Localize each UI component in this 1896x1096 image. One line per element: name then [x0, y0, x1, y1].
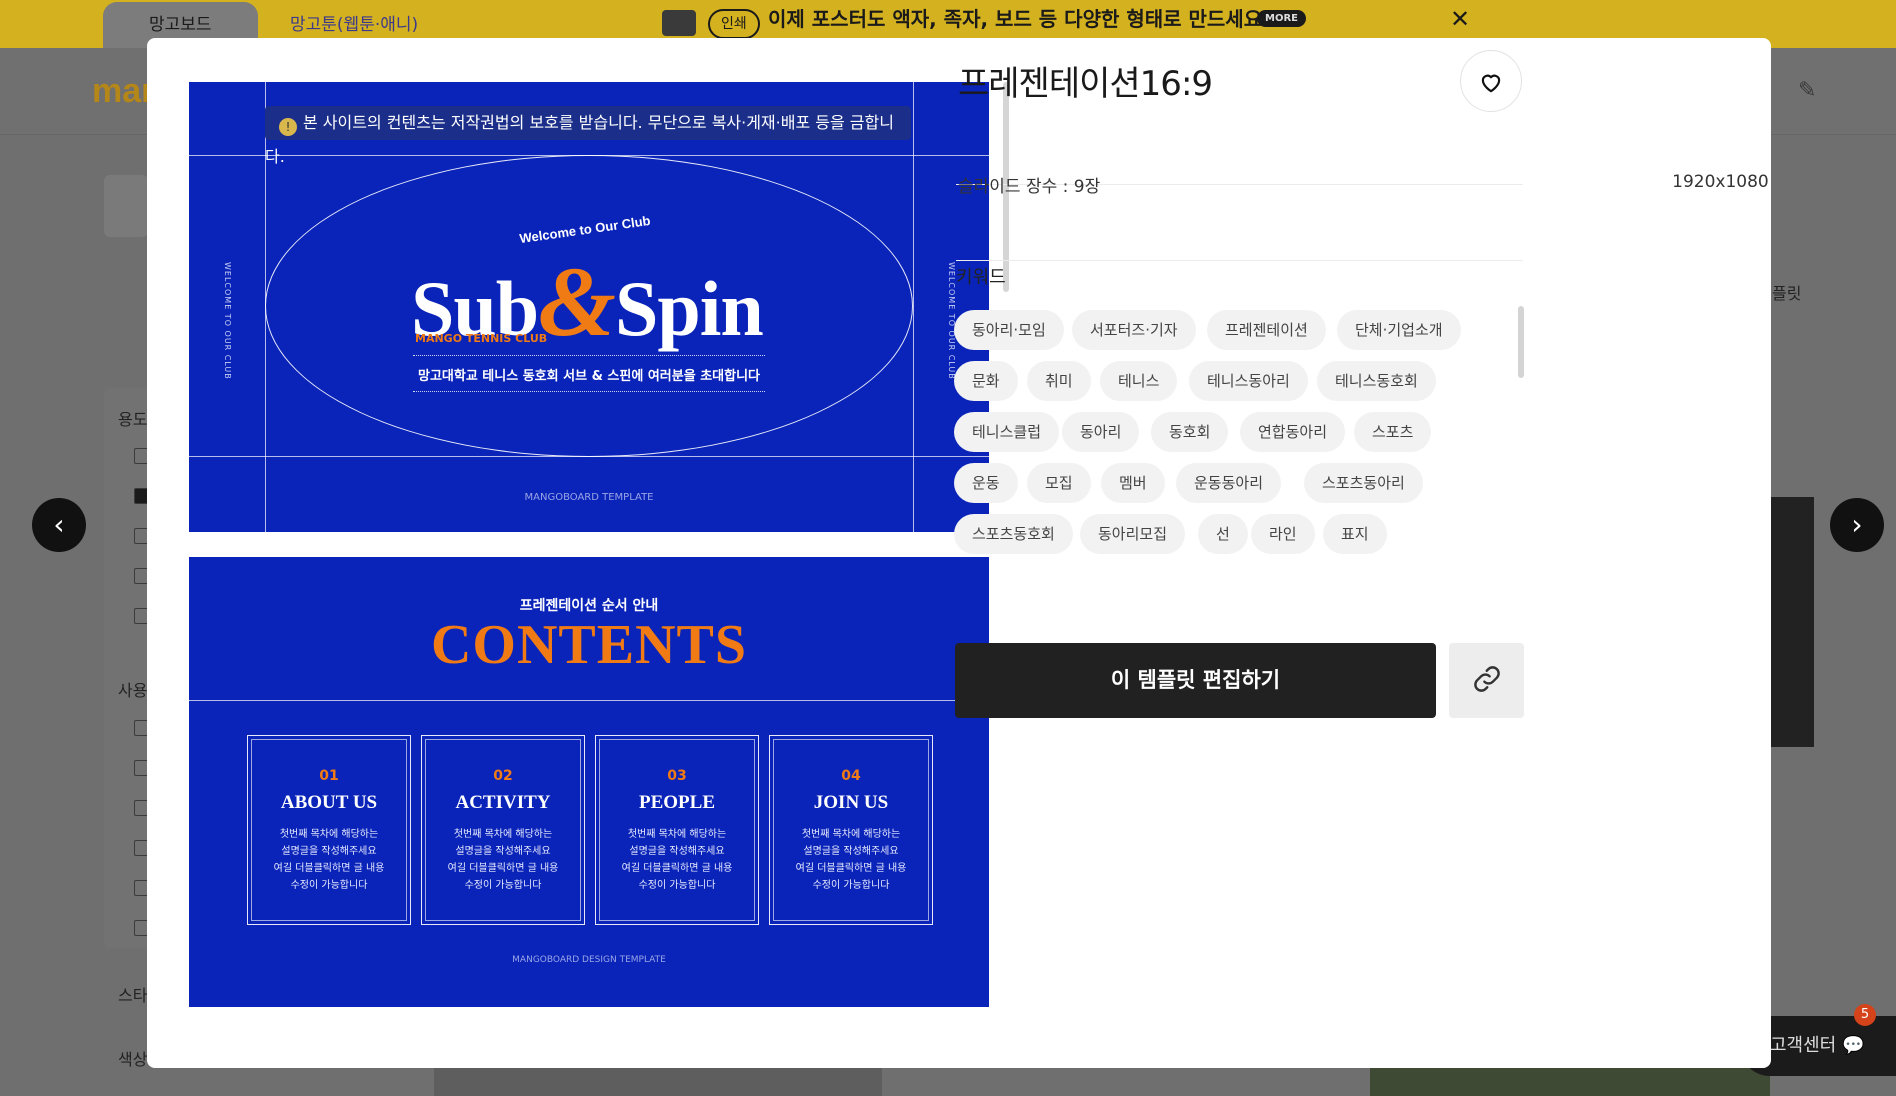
keyword-chip[interactable]: 테니스 [1100, 361, 1178, 401]
card-description: 첫번째 목차에 해당하는 설명글을 작성해주세요 여길 더블클릭하면 글 내용 … [795, 829, 907, 891]
promo-chip: 인쇄 [708, 9, 760, 39]
copy-link-button[interactable] [1449, 643, 1524, 718]
guide-line [913, 82, 914, 532]
info-divider [956, 260, 1523, 261]
card-description: 첫번째 목차에 해당하는 설명글을 작성해주세요 여길 더블클릭하면 글 내용 … [621, 829, 733, 891]
notification-badge: 5 [1854, 1004, 1876, 1026]
info-divider [956, 184, 1523, 185]
sidebar-image-tab[interactable] [104, 175, 148, 237]
filter-label-color: 색상 [118, 1050, 148, 1069]
filter-label-usage: 사용 [118, 681, 148, 700]
warning-icon: ! [279, 118, 297, 136]
keyword-chip[interactable]: 테니스클럽 [954, 412, 1060, 452]
contents-subtitle: 프레젠테이션 순서 안내 [519, 598, 659, 614]
club-name: MANGO TENNIS CLUB [415, 332, 548, 345]
keyword-chip[interactable]: 문화 [954, 361, 1018, 401]
invite-text: 망고대학교 테니스 동호회 서브 & 스핀에 여러분을 초대합니다 [417, 369, 761, 384]
dotted-divider [413, 391, 765, 392]
prev-template-button[interactable]: ‹ [32, 498, 86, 552]
template-mark: MANGOBOARD DESIGN TEMPLATE [512, 955, 666, 965]
promo-message: 이제 포스터도 액자, 족자, 보드 등 다양한 형태로 만드세요 [768, 7, 1263, 31]
keyword-chip[interactable]: 선 [1198, 514, 1248, 554]
keyword-chip[interactable]: 동아리 [1062, 412, 1140, 452]
copyright-warning: ! 본 사이트의 컨텐츠는 저작권법의 보호를 받습니다. 무단으로 복사·게재·… [265, 106, 911, 166]
template-preview-modal: ! 본 사이트의 컨텐츠는 저작권법의 보호를 받습니다. 무단으로 복사·게재·… [147, 38, 1771, 1068]
template-thumbnail[interactable] [434, 1066, 882, 1096]
keyword-chip[interactable]: 운동 [954, 463, 1018, 503]
contents-card: 04 JOIN US 첫번째 목차에 해당하는 설명글을 작성해주세요 여길 더… [769, 735, 933, 925]
keyword-chip[interactable]: 테니스동아리 [1189, 361, 1308, 401]
keyword-chip[interactable]: 표지 [1323, 514, 1387, 554]
keyword-chip[interactable]: 멤버 [1101, 463, 1165, 503]
keyword-chip[interactable]: 스포츠 [1354, 412, 1432, 452]
template-thumbnail[interactable] [1770, 497, 1814, 747]
dotted-divider [413, 355, 765, 356]
card-number: 01 [319, 768, 339, 784]
filter-label-style: 스타 [118, 986, 148, 1005]
keyword-chip[interactable]: 운동동아리 [1176, 463, 1282, 503]
chevron-right-icon: › [1851, 508, 1863, 541]
title-right: Spin [614, 265, 764, 352]
right-panel-label: 플릿 [1772, 284, 1802, 303]
customer-center-label: 고객센터 [1770, 1035, 1837, 1056]
contents-title: CONTENTS [430, 614, 748, 676]
next-template-button[interactable]: › [1830, 498, 1884, 552]
title-amp: & [538, 246, 616, 357]
keyword-chip[interactable]: 라인 [1251, 514, 1315, 554]
card-description: 첫번째 목차에 해당하는 설명글을 작성해주세요 여길 더블클릭하면 글 내용 … [273, 829, 385, 891]
slide-preview-list[interactable]: ! 본 사이트의 컨텐츠는 저작권법의 보호를 받습니다. 무단으로 복사·게재·… [189, 82, 989, 1062]
favorite-button[interactable] [1460, 50, 1522, 112]
side-text-left: WELCOME TO OUR CLUB [223, 262, 232, 380]
pen-icon[interactable]: ✎ [1798, 78, 1816, 103]
card-name: PEOPLE [638, 792, 715, 813]
keyword-chip[interactable]: 동아리모집 [1080, 514, 1186, 554]
template-title: 프레젠테이션16:9 [958, 64, 1213, 104]
keyword-chip[interactable]: 동아리·모임 [954, 310, 1064, 350]
keyword-chip[interactable]: 프레젠테이션 [1207, 310, 1326, 350]
card-number: 04 [841, 768, 861, 784]
card-description: 첫번째 목차에 해당하는 설명글을 작성해주세요 여길 더블클릭하면 글 내용 … [447, 829, 559, 891]
keyword-chip[interactable]: 취미 [1027, 361, 1091, 401]
contents-divider [189, 700, 989, 701]
card-number: 03 [667, 768, 687, 784]
keyword-chip[interactable]: 동호회 [1151, 412, 1229, 452]
printer-icon [662, 10, 696, 36]
slide-contents: 프레젠테이션 순서 안내 CONTENTS 01 ABOUT US 첫번째 목차… [189, 557, 989, 1007]
link-icon [1473, 666, 1500, 692]
keyword-chip[interactable]: 연합동아리 [1240, 412, 1346, 452]
contents-card: 03 PEOPLE 첫번째 목차에 해당하는 설명글을 작성해주세요 여길 더블… [595, 735, 759, 925]
filter-label-purpose: 용도 [118, 410, 148, 429]
slide-cover: ! 본 사이트의 컨텐츠는 저작권법의 보호를 받습니다. 무단으로 복사·게재·… [189, 82, 989, 532]
dimension: 1920x1080 px [1672, 172, 1771, 192]
keyword-chip[interactable]: 서포터즈·기자 [1072, 310, 1196, 350]
template-thumbnail[interactable] [1370, 1066, 1770, 1096]
keyword-chip[interactable]: 스포츠동아리 [1304, 463, 1423, 503]
contents-card: 02 ACTIVITY 첫번째 목차에 해당하는 설명글을 작성해주세요 여길 … [421, 735, 585, 925]
keyword-chip[interactable]: 모집 [1027, 463, 1091, 503]
keyword-chip[interactable]: 테니스동호회 [1317, 361, 1436, 401]
edit-template-button[interactable]: 이 템플릿 편집하기 [955, 643, 1436, 718]
card-name: ABOUT US [280, 792, 378, 813]
chevron-left-icon: ‹ [53, 508, 65, 541]
card-number: 02 [493, 768, 513, 784]
keyword-chip[interactable]: 스포츠동호회 [954, 514, 1073, 554]
close-icon[interactable]: ✕ [1440, 0, 1480, 38]
heart-icon [1481, 74, 1501, 93]
chat-icon: 💬 [1841, 1035, 1865, 1056]
keyword-chip[interactable]: 단체·기업소개 [1337, 310, 1461, 350]
template-mark: MANGOBOARD TEMPLATE [524, 492, 654, 503]
preview-scrollbar[interactable] [1003, 82, 1009, 292]
side-text-right: WELCOME TO OUR CLUB [947, 262, 956, 380]
keyword-scrollbar[interactable] [1518, 306, 1524, 378]
card-name: ACTIVITY [455, 792, 551, 813]
promo-more-badge[interactable]: MORE [1257, 10, 1306, 27]
contents-card: 01 ABOUT US 첫번째 목차에 해당하는 설명글을 작성해주세요 여길 … [247, 735, 411, 925]
card-name: JOIN US [813, 792, 889, 813]
